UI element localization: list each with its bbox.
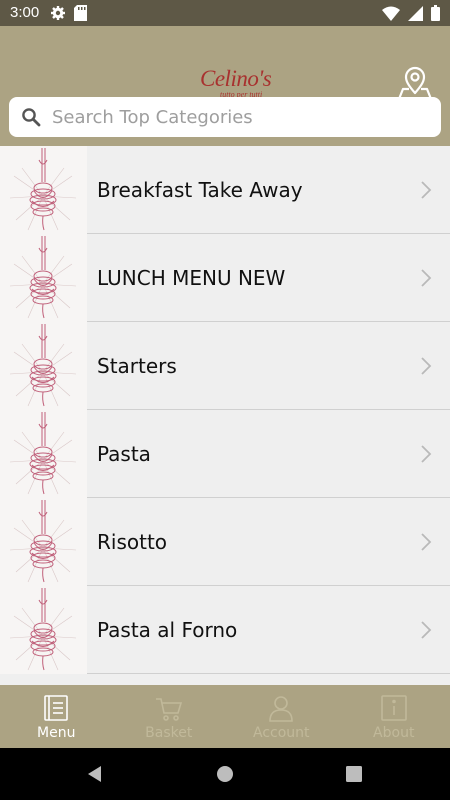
chevron-right-icon — [421, 181, 432, 199]
status-time: 3:00 — [10, 4, 40, 21]
nav-label: Menu — [37, 725, 76, 741]
category-label: Risotto — [97, 530, 168, 554]
category-thumbnail — [0, 410, 87, 498]
category-thumbnail — [0, 146, 87, 234]
chevron-right-icon — [421, 357, 432, 375]
category-thumbnail — [0, 498, 87, 586]
category-thumbnail — [0, 586, 87, 674]
category-row-lunch-menu-new[interactable]: LUNCH MENU NEW — [0, 234, 450, 322]
status-bar: 3:00 — [0, 0, 450, 26]
category-label: LUNCH MENU NEW — [97, 266, 286, 290]
nav-label: Basket — [145, 725, 193, 741]
category-row-pasta-al-forno[interactable]: Pasta al Forno — [0, 586, 450, 674]
chevron-right-icon — [421, 445, 432, 463]
search-icon — [22, 108, 41, 127]
nav-item-menu[interactable]: Menu — [0, 685, 113, 748]
category-list: Breakfast Take Away LUNCH MENU NEW Start… — [0, 146, 450, 685]
category-row-starters[interactable]: Starters — [0, 322, 450, 410]
category-row-risotto[interactable]: Risotto — [0, 498, 450, 586]
category-row-breakfast-take-away[interactable]: Breakfast Take Away — [0, 146, 450, 234]
signal-icon — [408, 5, 423, 21]
home-icon[interactable] — [215, 764, 235, 784]
nav-label: About — [373, 725, 415, 741]
gear-icon — [51, 6, 65, 20]
category-label: Breakfast Take Away — [97, 178, 303, 202]
info-icon — [380, 695, 407, 721]
category-thumbnail — [0, 234, 87, 322]
category-label: Starters — [97, 354, 177, 378]
nav-item-basket[interactable]: Basket — [113, 685, 226, 748]
nav-item-account[interactable]: Account — [225, 685, 338, 748]
menu-book-icon — [44, 695, 68, 721]
nav-label: Account — [252, 725, 310, 741]
category-row-pasta[interactable]: Pasta — [0, 410, 450, 498]
logo-text: Celino's — [200, 66, 272, 91]
category-label: Pasta al Forno — [97, 618, 238, 642]
battery-icon — [431, 5, 440, 21]
search-input[interactable] — [52, 97, 432, 137]
cart-icon — [155, 698, 182, 721]
sd-card-icon — [74, 5, 87, 21]
nav-item-about[interactable]: About — [338, 685, 450, 748]
system-nav-bar — [0, 748, 450, 800]
chevron-right-icon — [421, 533, 432, 551]
category-thumbnail — [0, 322, 87, 410]
search-box[interactable] — [9, 97, 441, 137]
person-icon — [269, 696, 293, 722]
map-pin-icon — [397, 66, 433, 101]
back-icon[interactable] — [85, 764, 105, 784]
bottom-nav: Menu Basket Account About — [0, 685, 450, 748]
wifi-icon — [382, 6, 400, 21]
chevron-right-icon — [421, 621, 432, 639]
recents-icon[interactable] — [344, 764, 364, 784]
category-label: Pasta — [97, 442, 151, 466]
chevron-right-icon — [421, 269, 432, 287]
